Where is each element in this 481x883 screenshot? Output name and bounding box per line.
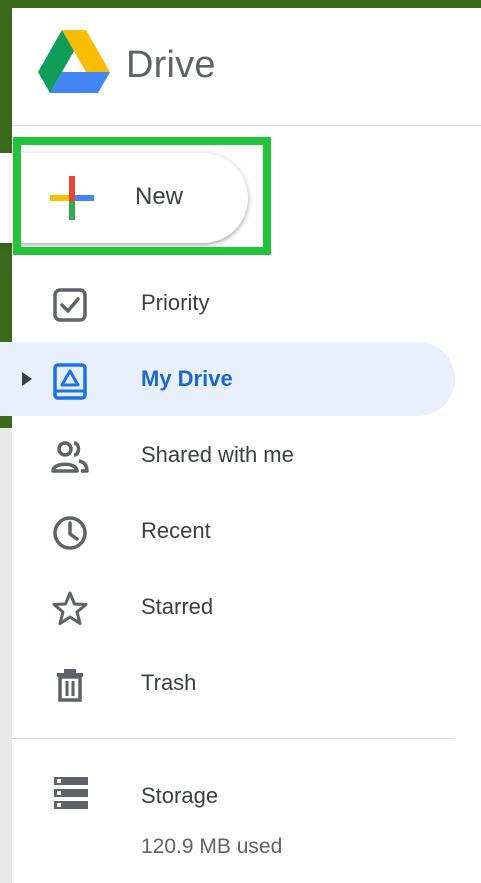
- drive-logo-icon[interactable]: [38, 30, 110, 94]
- my-drive-icon: [53, 363, 87, 400]
- sidebar-item-my-drive[interactable]: My Drive: [0, 342, 455, 416]
- sidebar-item-trash[interactable]: Trash: [0, 646, 455, 720]
- sidebar-item-label: Shared with me: [141, 442, 294, 467]
- trash-icon: [57, 669, 83, 702]
- sidebar-item-label: Priority: [141, 290, 210, 315]
- app-brand-name[interactable]: Drive: [126, 42, 216, 88]
- sidebar-item-label: Recent: [141, 518, 211, 543]
- sidebar-item-label: My Drive: [141, 366, 233, 391]
- sidebar-item-recent[interactable]: Recent: [0, 494, 455, 568]
- header-divider: [12, 125, 481, 126]
- sidebar-item-priority[interactable]: Priority: [0, 266, 455, 340]
- storage-used-text: 120.9 MB used: [141, 835, 283, 858]
- star-icon: [52, 591, 88, 625]
- priority-checkbox-icon: [53, 288, 87, 322]
- sidebar-item-shared-with-me[interactable]: Shared with me: [0, 418, 455, 492]
- shared-people-icon: [51, 441, 89, 473]
- background-frame-top: [0, 0, 481, 8]
- sidebar-item-label: Starred: [141, 594, 214, 619]
- storage-divider: [12, 738, 455, 739]
- new-button-highlight: [13, 137, 271, 255]
- clock-icon: [53, 516, 87, 550]
- storage-icon: [54, 777, 88, 809]
- storage-label[interactable]: Storage: [141, 782, 218, 810]
- sidebar-item-starred[interactable]: Starred: [0, 570, 455, 644]
- sidebar-item-label: Trash: [141, 670, 197, 695]
- expand-arrow-icon[interactable]: [22, 372, 32, 386]
